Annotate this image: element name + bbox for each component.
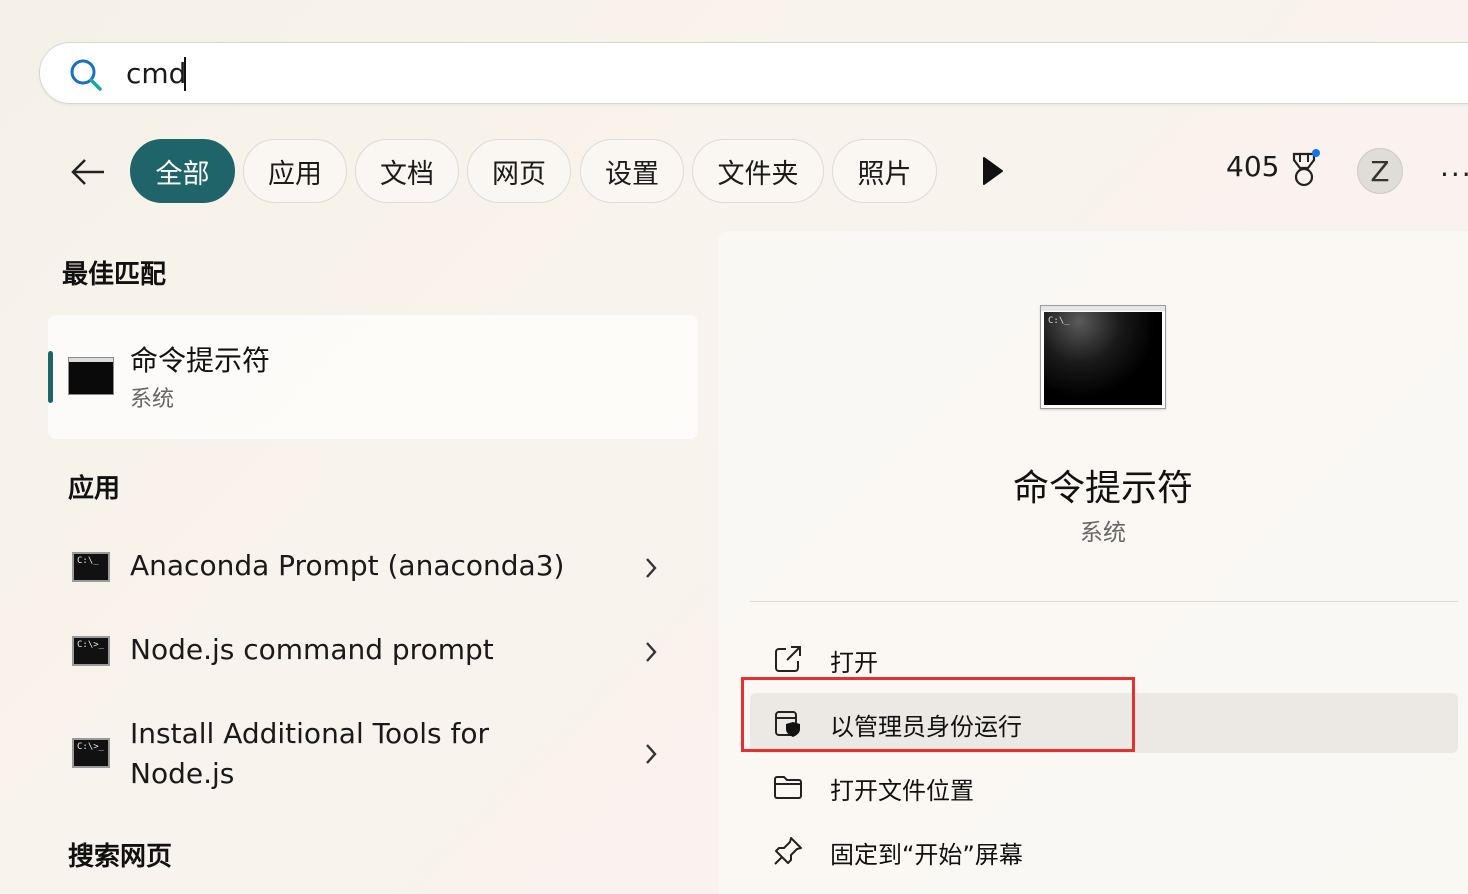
app-item-label: Anaconda Prompt (anaconda3): [130, 549, 565, 582]
pin-icon: [774, 837, 802, 865]
selection-indicator: [48, 351, 53, 403]
rewards-points[interactable]: 405: [1226, 150, 1279, 183]
back-arrow-icon: [71, 159, 104, 185]
folder-icon: [774, 776, 802, 799]
icon-titlebar: [1041, 306, 1165, 311]
action-open[interactable]: 打开: [750, 629, 1458, 689]
apps-heading: 应用: [68, 474, 121, 504]
text-caret: [184, 57, 186, 91]
detail-title: 命令提示符: [1012, 468, 1193, 509]
tab-all[interactable]: 全部: [130, 139, 235, 203]
search-input[interactable]: [126, 51, 1126, 95]
tab-folders[interactable]: 文件夹: [692, 139, 824, 203]
best-match-card[interactable]: 命令提示符 系统: [48, 315, 698, 439]
more-options-icon[interactable]: ···: [1440, 158, 1468, 191]
trophy-icon[interactable]: [1286, 148, 1322, 190]
app-item-label: Node.js command prompt: [130, 633, 494, 666]
action-label: 打开: [830, 649, 878, 677]
terminal-icon: C:\_: [72, 552, 110, 582]
more-filters-play-icon[interactable]: [975, 152, 1009, 190]
tab-web[interactable]: 网页: [467, 139, 571, 203]
best-match-subtitle: 系统: [130, 387, 175, 412]
open-external-icon: [775, 646, 801, 672]
best-match-heading: 最佳匹配: [62, 260, 167, 290]
chevron-right-icon[interactable]: [644, 640, 658, 664]
run-as-admin-shield-icon: [775, 711, 800, 737]
action-label: 打开文件位置: [830, 777, 974, 805]
detail-panel: C:\_ 命令提示符 系统 打开 以管理员身份运行 打开文件位置 固定到“开始”…: [718, 231, 1468, 894]
tab-apps[interactable]: 应用: [243, 139, 347, 203]
app-item-install-tools-nodejs[interactable]: C:\>_ Install Additional Tools for Node.…: [48, 714, 698, 794]
action-label: 以管理员身份运行: [830, 713, 1022, 741]
divider: [750, 601, 1458, 602]
icon-screen: C:\_: [1044, 312, 1162, 405]
action-run-as-admin[interactable]: 以管理员身份运行: [750, 693, 1458, 753]
terminal-icon: C:\>_: [72, 636, 110, 666]
best-match-title: 命令提示符: [130, 344, 271, 377]
search-icon: [70, 59, 102, 91]
action-label: 固定到“开始”屏幕: [830, 841, 1023, 869]
search-web-heading: 搜索网页: [68, 842, 173, 872]
app-item-nodejs-command-prompt[interactable]: C:\>_ Node.js command prompt: [48, 630, 698, 674]
command-prompt-large-icon: C:\_: [1040, 305, 1166, 409]
tab-settings[interactable]: 设置: [580, 139, 684, 203]
detail-subtitle: 系统: [1080, 520, 1126, 546]
chevron-right-icon[interactable]: [644, 742, 658, 766]
command-prompt-icon: [68, 357, 114, 395]
app-item-label: Install Additional Tools for Node.js: [130, 717, 490, 790]
terminal-icon: C:\>_: [72, 738, 110, 768]
app-item-anaconda-prompt[interactable]: C:\_ Anaconda Prompt (anaconda3): [48, 546, 698, 590]
action-open-file-location[interactable]: 打开文件位置: [750, 757, 1458, 817]
search-box[interactable]: [39, 42, 1468, 104]
avatar[interactable]: Z: [1357, 148, 1403, 194]
back-button[interactable]: [66, 150, 110, 194]
chevron-right-icon[interactable]: [644, 556, 658, 580]
tab-photos[interactable]: 照片: [832, 139, 937, 203]
tab-documents[interactable]: 文档: [355, 139, 459, 203]
action-pin-to-start[interactable]: 固定到“开始”屏幕: [750, 821, 1458, 881]
